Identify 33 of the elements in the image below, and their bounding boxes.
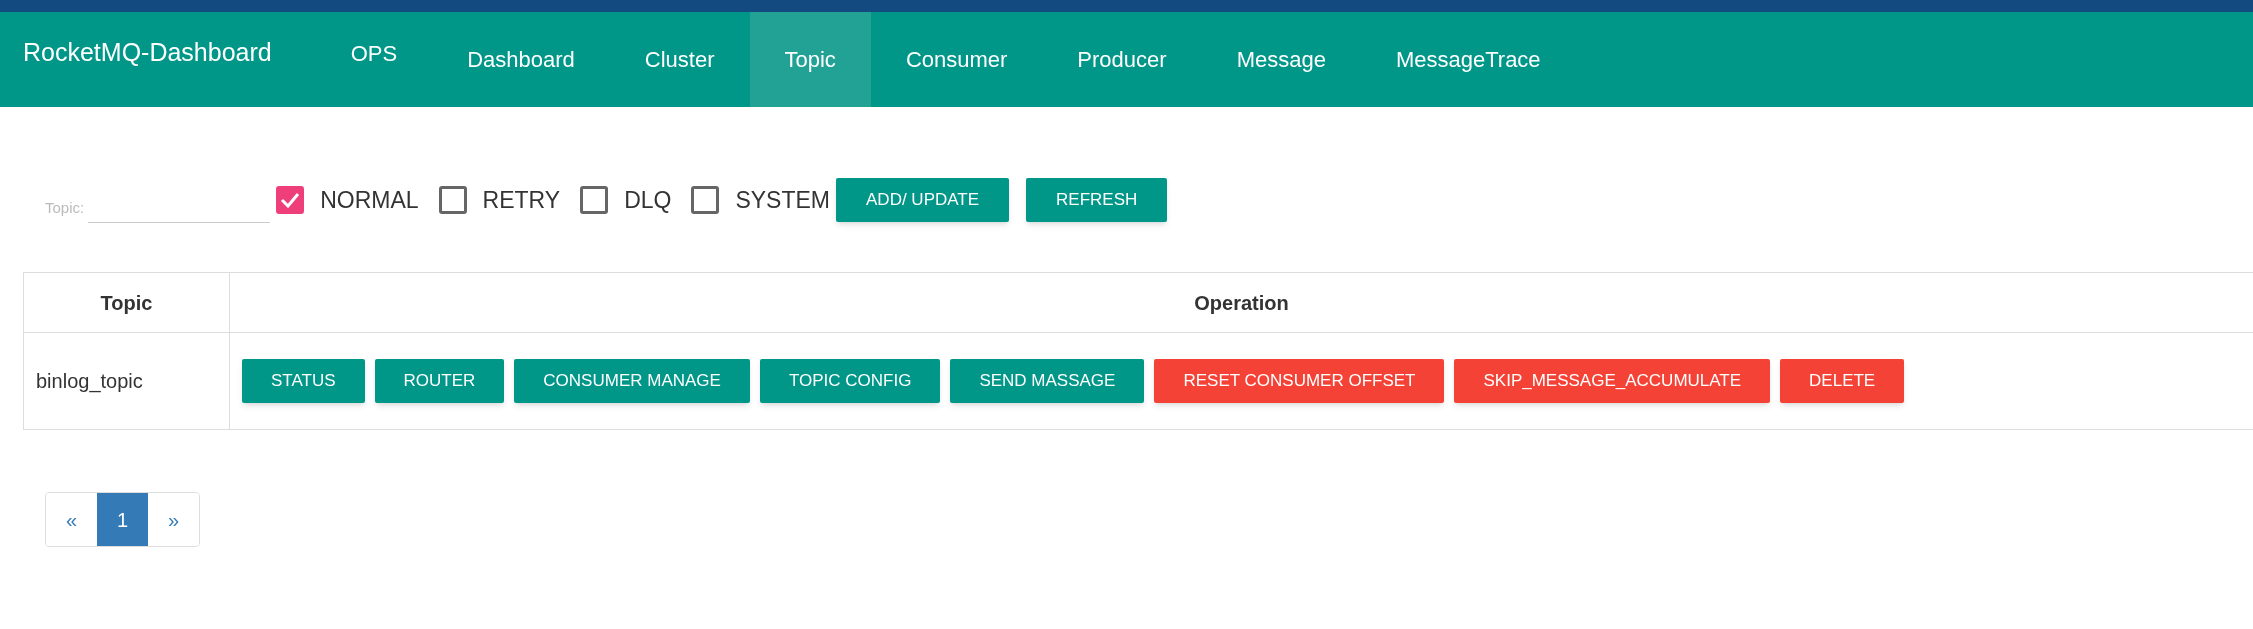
checkbox[interactable] xyxy=(580,186,609,214)
topic-label: Topic: xyxy=(45,197,85,218)
nav-tab[interactable]: Message xyxy=(1201,12,1361,107)
action-button[interactable]: REFRESH xyxy=(1026,178,1168,222)
checkbox-label: SYSTEM xyxy=(735,185,830,215)
nav-tab[interactable]: OPS xyxy=(315,0,433,107)
action-button[interactable]: ROUTER xyxy=(374,359,505,403)
action-button[interactable]: DELETE xyxy=(1780,359,1905,403)
checkbox-label: NORMAL xyxy=(320,185,419,215)
checkbox-label: RETRY xyxy=(482,185,561,215)
page-link[interactable]: 1 xyxy=(97,493,148,546)
action-button[interactable]: SKIP_MESSAGE_ACCUMULATE xyxy=(1454,359,1771,403)
table-cell: binlog_topic xyxy=(24,333,230,429)
checkbox[interactable] xyxy=(276,186,305,214)
column-header: Operation xyxy=(1193,290,1290,316)
checkbox[interactable] xyxy=(438,186,467,214)
action-button[interactable]: CONSUMER MANAGE xyxy=(514,359,750,403)
checkbox[interactable] xyxy=(691,186,720,214)
nav-tab[interactable]: Topic xyxy=(749,12,871,107)
action-button[interactable]: RESET CONSUMER OFFSET xyxy=(1154,359,1445,403)
action-button[interactable]: TOPIC CONFIG xyxy=(759,359,941,403)
brand-title: RocketMQ-Dashboard xyxy=(23,36,272,68)
checkbox-label: DLQ xyxy=(624,185,672,215)
action-button[interactable]: ADD/ UPDATE xyxy=(836,178,1010,222)
nav-tab[interactable]: Producer xyxy=(1042,12,1202,107)
nav-tab[interactable]: Dashboard xyxy=(432,12,610,107)
nav-tab[interactable]: Cluster xyxy=(609,12,750,107)
nav-tab[interactable]: Consumer xyxy=(870,12,1043,107)
action-button[interactable]: SEND MASSAGE xyxy=(950,359,1145,403)
check-icon xyxy=(280,192,301,208)
nav-tab[interactable]: MessageTrace xyxy=(1360,12,1576,107)
action-button[interactable]: STATUS xyxy=(242,359,365,403)
column-header: Topic xyxy=(24,273,230,332)
